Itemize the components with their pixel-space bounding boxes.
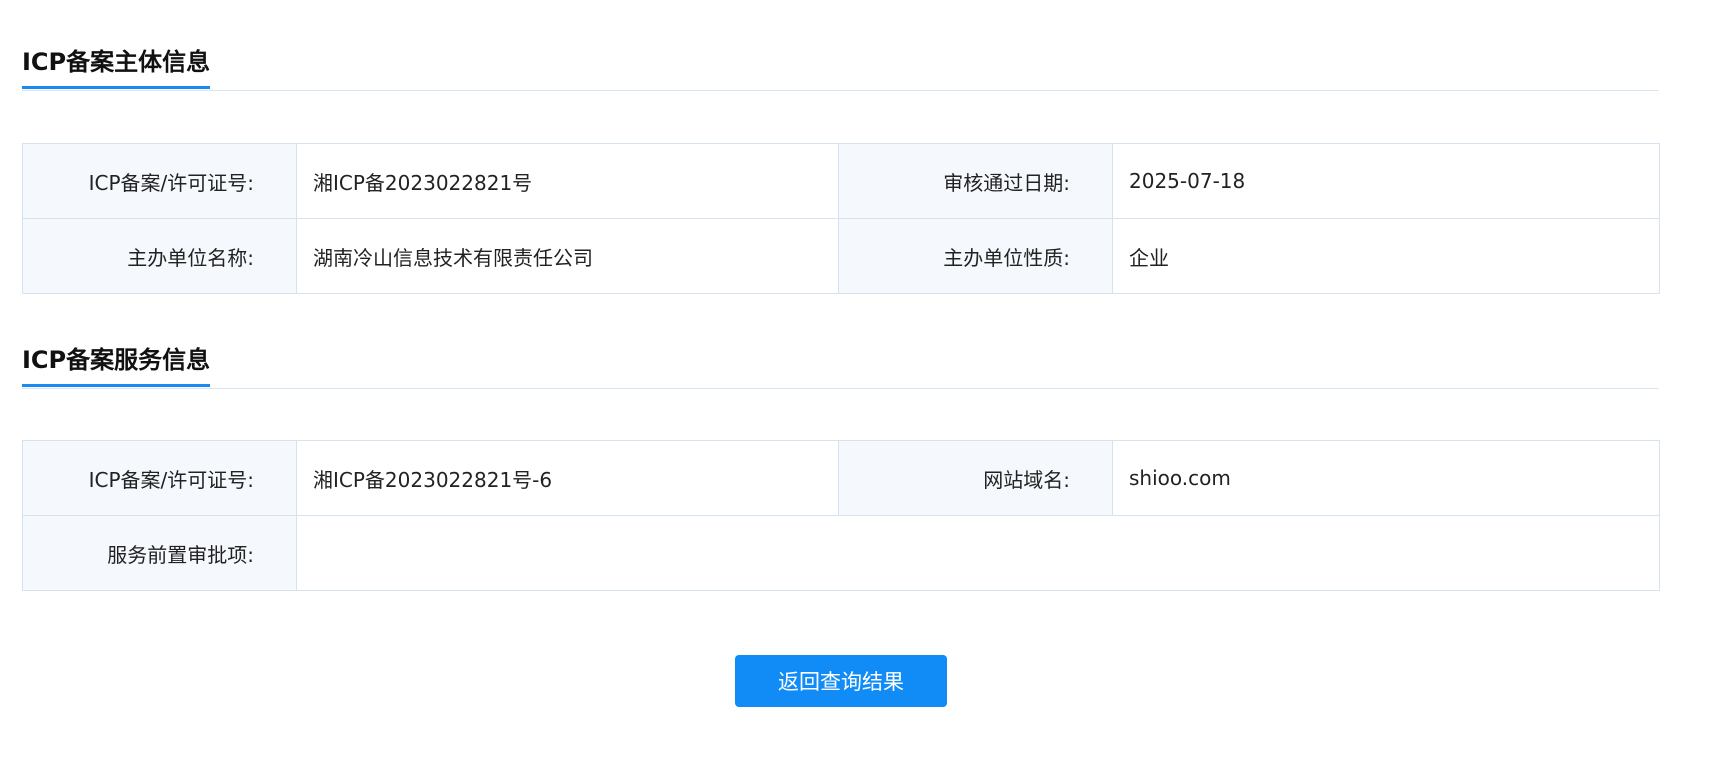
organizer-type-label: 主办单位性质:	[838, 218, 1113, 294]
icp-detail-page: ICP备案主体信息 ICP备案/许可证号: 湘ICP备2023022821号 审…	[0, 0, 1725, 774]
service-section-header: ICP备案服务信息	[22, 342, 1659, 389]
service-license-number-value: 湘ICP备2023022821号-6	[296, 440, 839, 516]
service-license-number-label: ICP备案/许可证号:	[22, 440, 297, 516]
license-number-value: 湘ICP备2023022821号	[296, 143, 839, 219]
subject-info-table: ICP备案/许可证号: 湘ICP备2023022821号 审核通过日期: 202…	[22, 143, 1660, 294]
organizer-type-value: 企业	[1112, 218, 1660, 294]
approval-date-value: 2025-07-18	[1112, 143, 1660, 219]
table-row: ICP备案/许可证号: 湘ICP备2023022821号-6 网站域名: shi…	[22, 440, 1660, 516]
subject-section-title: ICP备案主体信息	[22, 48, 211, 89]
license-number-label: ICP备案/许可证号:	[22, 143, 297, 219]
organizer-name-label: 主办单位名称:	[22, 218, 297, 294]
table-row: ICP备案/许可证号: 湘ICP备2023022821号 审核通过日期: 202…	[22, 143, 1660, 219]
return-to-results-button[interactable]: 返回查询结果	[735, 655, 947, 707]
subject-section-header: ICP备案主体信息	[22, 44, 1659, 91]
website-domain-label: 网站域名:	[838, 440, 1113, 516]
organizer-name-value: 湖南冷山信息技术有限责任公司	[296, 218, 839, 294]
service-info-table: ICP备案/许可证号: 湘ICP备2023022821号-6 网站域名: shi…	[22, 440, 1660, 591]
pre-approval-label: 服务前置审批项:	[22, 515, 297, 591]
pre-approval-value	[296, 515, 1660, 591]
website-domain-value: shioo.com	[1112, 440, 1660, 516]
table-row: 服务前置审批项:	[22, 515, 1660, 591]
service-section-title: ICP备案服务信息	[22, 346, 211, 387]
approval-date-label: 审核通过日期:	[838, 143, 1113, 219]
table-row: 主办单位名称: 湖南冷山信息技术有限责任公司 主办单位性质: 企业	[22, 218, 1660, 294]
